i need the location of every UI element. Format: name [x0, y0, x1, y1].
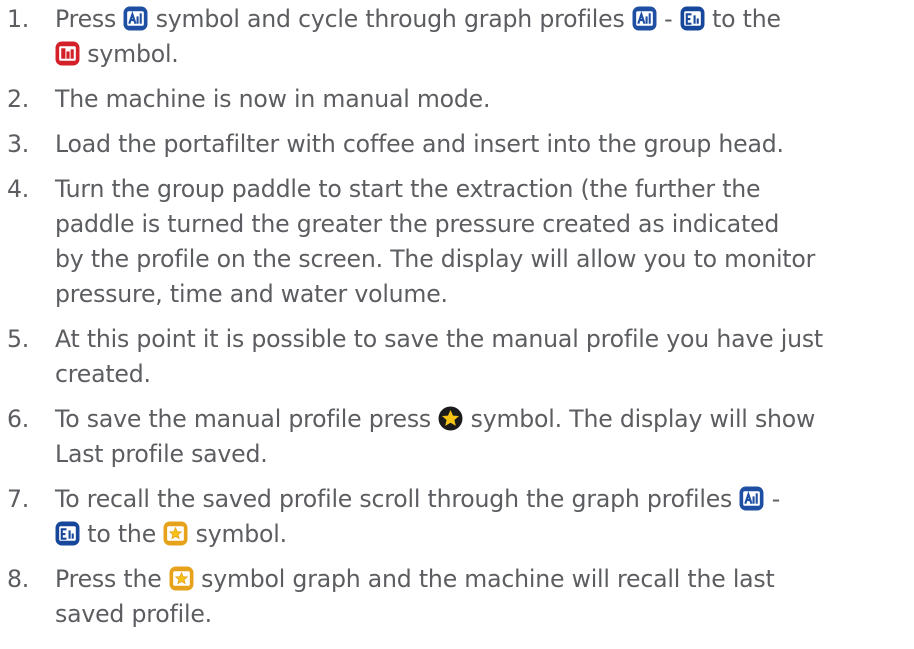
step-text: At this point it is possible to save the… — [55, 322, 904, 392]
instruction-list: 1. Press symbol and cycle through graph … — [0, 0, 914, 649]
step-line: by the profile on the screen. The displa… — [55, 245, 816, 273]
step-text: The machine is now in manual mode. — [55, 82, 904, 117]
step-line: to the symbol. — [55, 517, 904, 552]
step-line: Press the symbol graph and the machine w… — [55, 562, 904, 597]
step-line: saved profile. — [55, 600, 212, 628]
saved-profile-icon — [169, 566, 194, 591]
graph-profile-a-icon — [123, 6, 148, 31]
step-line: To recall the saved profile scroll throu… — [55, 482, 904, 517]
text-run: Press the — [55, 565, 169, 593]
step-number: 2. — [7, 85, 30, 113]
graph-profile-a-icon — [632, 6, 657, 31]
step-number: 4. — [7, 175, 30, 203]
saved-profile-icon — [163, 521, 188, 546]
text-run: symbol. — [188, 520, 288, 548]
step-line: symbol. — [55, 37, 904, 72]
step-text: Press symbol and cycle through graph pro… — [55, 2, 904, 72]
text-run: To save the manual profile press — [55, 405, 439, 433]
text-run: symbol. The display will show — [463, 405, 816, 433]
graph-profile-e-icon — [55, 521, 80, 546]
step-number: 1. — [7, 5, 30, 33]
text-run: to the — [80, 520, 164, 548]
text-run: symbol. — [80, 40, 179, 68]
step-text: To save the manual profile press symbol.… — [55, 402, 904, 472]
manual-profile-icon — [55, 41, 80, 66]
text-run: - — [764, 485, 781, 513]
step-line: At this point it is possible to save the… — [55, 325, 823, 353]
step-number: 7. — [7, 485, 30, 513]
step-text: To recall the saved profile scroll throu… — [55, 482, 904, 552]
step-line: created. — [55, 360, 151, 388]
text-run: to the — [704, 5, 781, 33]
step-line: paddle is turned the greater the pressur… — [55, 210, 780, 238]
graph-profile-a-icon — [739, 486, 764, 511]
graph-profile-e-icon — [680, 6, 705, 31]
text-run: Press — [55, 5, 124, 33]
step-number: 3. — [7, 130, 30, 158]
text-run: symbol graph and the machine will recall… — [193, 565, 775, 593]
step-line: Turn the group paddle to start the extra… — [55, 175, 761, 203]
step-line: pressure, time and water volume. — [55, 280, 448, 308]
step-number: 6. — [7, 405, 30, 433]
step-line: Press symbol and cycle through graph pro… — [55, 2, 904, 37]
step-text: Press the symbol graph and the machine w… — [55, 562, 904, 632]
step-text: Turn the group paddle to start the extra… — [55, 172, 904, 312]
text-run: - — [656, 5, 680, 33]
star-save-icon — [438, 406, 463, 431]
step-text: Load the portafilter with coffee and ins… — [55, 127, 904, 162]
step-number: 8. — [7, 565, 30, 593]
text-run: To recall the saved profile scroll throu… — [55, 485, 740, 513]
step-line: Last profile saved. — [55, 440, 268, 468]
step-number: 5. — [7, 325, 30, 353]
step-line: The machine is now in manual mode. — [55, 85, 491, 113]
text-run: symbol and cycle through graph profiles — [148, 5, 632, 33]
step-line: To save the manual profile press symbol.… — [55, 402, 904, 437]
step-line: Load the portafilter with coffee and ins… — [55, 130, 784, 158]
